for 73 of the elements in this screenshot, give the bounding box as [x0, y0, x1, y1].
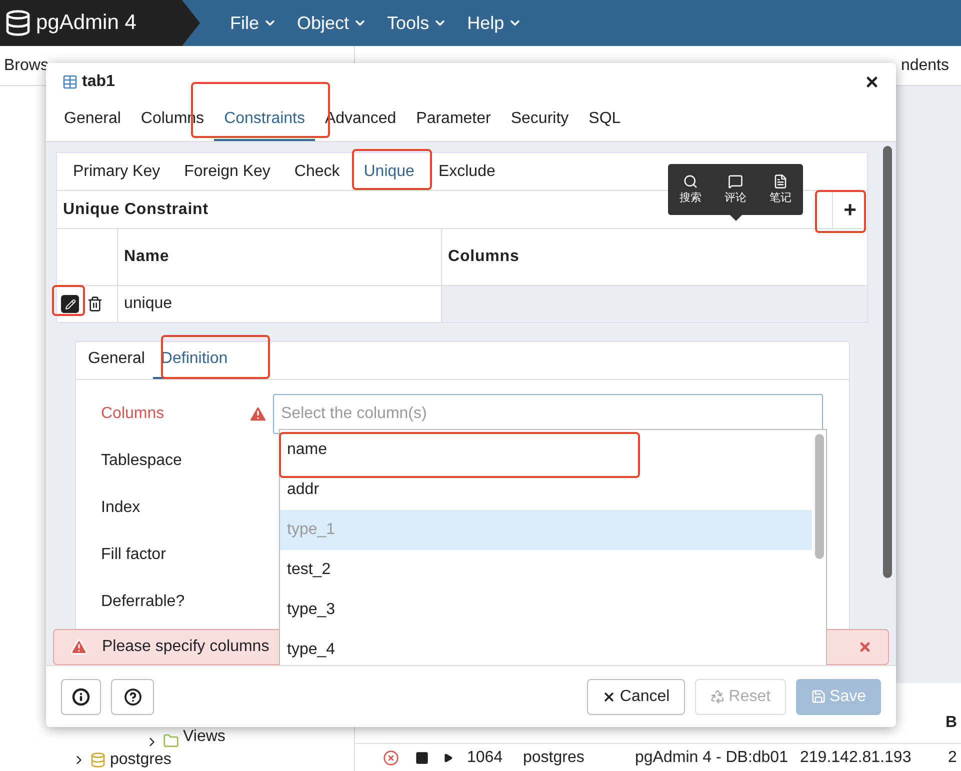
- recycle-icon: [710, 689, 725, 704]
- table-cell-text: 2: [948, 748, 957, 768]
- menu-item[interactable]: Help: [467, 10, 522, 36]
- database-icon: [90, 752, 106, 768]
- constraint-tab[interactable]: Exclude: [438, 162, 496, 182]
- field-label: Columns: [101, 404, 166, 424]
- comment-icon: [728, 174, 743, 189]
- dropdown-option[interactable]: name: [287, 440, 328, 460]
- info-icon: [72, 688, 90, 706]
- tooltip-action[interactable]: 笔记: [770, 174, 792, 205]
- warning-icon: [70, 638, 88, 656]
- cancel-query-icon[interactable]: [383, 750, 399, 766]
- app-title: pgAdmin 4: [36, 10, 136, 36]
- column-header: Columns: [448, 247, 520, 267]
- tree-item[interactable]: Views: [183, 725, 226, 749]
- dialog-title: tab1: [82, 72, 115, 92]
- constraint-tab[interactable]: Check: [294, 162, 340, 182]
- help-icon: [124, 688, 142, 706]
- detail-tab[interactable]: Definition: [152, 347, 236, 379]
- panel-title: Brows: [4, 56, 48, 76]
- dialog-tab[interactable]: Security: [500, 107, 579, 141]
- dropdown-option[interactable]: type_4: [287, 640, 336, 660]
- edit-button[interactable]: [61, 295, 79, 313]
- menu-item[interactable]: Object: [297, 10, 368, 36]
- stop-icon[interactable]: [415, 750, 429, 764]
- cancel-button[interactable]: Cancel: [586, 678, 685, 714]
- error-message: Please specify columns: [102, 637, 270, 657]
- field-label: Fill factor: [101, 544, 167, 564]
- note-icon: [773, 174, 788, 189]
- table-cell-text: pgAdmin 4 - DB:db01: [635, 748, 789, 768]
- columns-select-field[interactable]: Select the column(s): [273, 394, 823, 434]
- help-button[interactable]: [111, 678, 154, 714]
- table-cell-text: unique: [124, 294, 172, 314]
- table-cell-text: 1064: [467, 748, 504, 768]
- info-button[interactable]: [61, 678, 101, 714]
- tree-item[interactable]: postgres: [110, 748, 172, 771]
- scrollbar[interactable]: [883, 146, 892, 578]
- annotation-box: [52, 285, 85, 316]
- add-button[interactable]: +: [837, 196, 863, 224]
- table-cell-text: postgres: [523, 748, 586, 768]
- field-label: Index: [101, 498, 142, 518]
- detail-tab[interactable]: General: [80, 347, 153, 379]
- menu-item[interactable]: Tools: [387, 10, 448, 36]
- menu-item[interactable]: File: [230, 10, 278, 36]
- expand-row-icon[interactable]: [443, 752, 453, 762]
- constraint-tab[interactable]: Unique: [364, 162, 414, 182]
- tooltip-action[interactable]: 评论: [724, 174, 746, 205]
- close-icon[interactable]: [858, 640, 872, 654]
- field-label: Tablespace: [101, 450, 183, 470]
- pencil-icon: [64, 298, 76, 310]
- section-title: Unique Constraint: [63, 200, 208, 220]
- search-icon: [683, 174, 698, 189]
- dialog-tab[interactable]: SQL: [578, 107, 631, 141]
- folder-icon: [163, 733, 179, 749]
- column-header: B: [945, 713, 957, 733]
- dialog-tab[interactable]: Parameter: [406, 107, 501, 141]
- constraint-tab[interactable]: Primary Key: [73, 162, 160, 182]
- tooltip-action[interactable]: 搜索: [680, 174, 702, 205]
- panel-tab[interactable]: ndents: [900, 54, 949, 78]
- constraint-tab[interactable]: Foreign Key: [184, 162, 270, 182]
- field-label: Deferrable?: [101, 592, 186, 612]
- column-header: Name: [124, 247, 170, 267]
- annotation-box: [815, 190, 866, 233]
- dropdown-option[interactable]: type_3: [287, 600, 336, 620]
- table-icon: [62, 74, 78, 90]
- table-cell-text: 219.142.81.193: [800, 748, 912, 768]
- scrollbar[interactable]: [815, 434, 824, 559]
- dialog-tab[interactable]: General: [54, 107, 131, 141]
- dropdown-option[interactable]: addr: [287, 480, 320, 500]
- close-icon: [602, 690, 616, 704]
- dropdown-option[interactable]: test_2: [287, 560, 331, 580]
- delete-icon[interactable]: [87, 296, 103, 312]
- save-icon: [810, 689, 826, 704]
